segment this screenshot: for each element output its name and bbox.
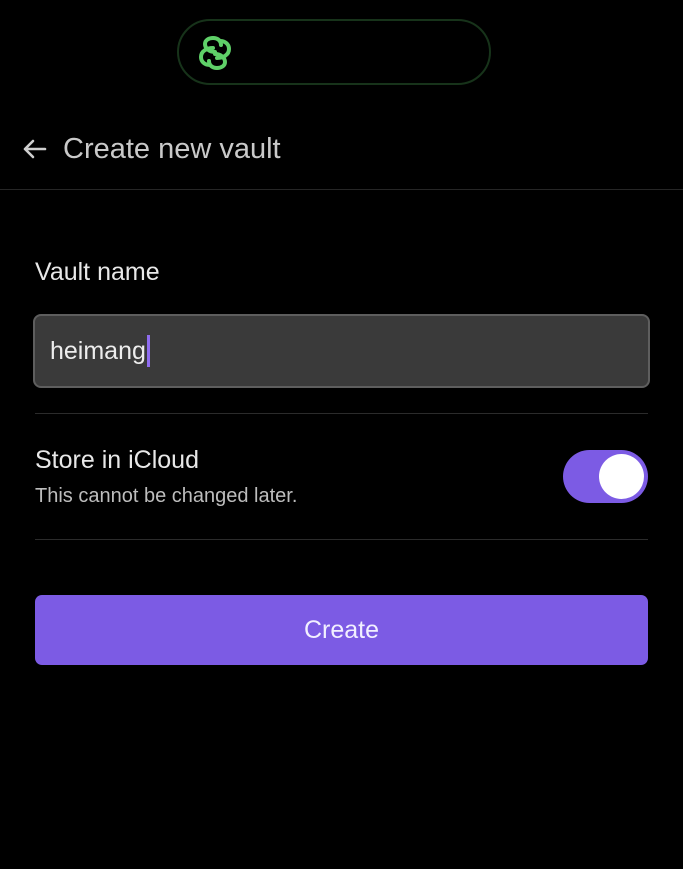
link-icon — [198, 36, 232, 70]
status-island — [177, 19, 491, 85]
back-button[interactable] — [18, 132, 52, 166]
header: Create new vault — [0, 110, 683, 190]
icloud-label: Store in iCloud — [35, 446, 199, 474]
text-caret — [146, 335, 150, 367]
icloud-toggle[interactable] — [563, 450, 648, 503]
vault-name-input[interactable]: heimang — [33, 314, 650, 388]
toggle-knob — [599, 454, 644, 499]
icloud-hint: This cannot be changed later. — [35, 485, 298, 507]
divider — [35, 539, 648, 540]
create-button[interactable]: Create — [35, 595, 648, 665]
vault-name-value-wrap: heimang — [50, 335, 150, 367]
vault-name-label: Vault name — [35, 258, 160, 286]
arrow-left-icon — [23, 139, 47, 159]
divider — [35, 413, 648, 414]
vault-name-value: heimang — [50, 337, 146, 365]
page-title: Create new vault — [63, 133, 281, 165]
